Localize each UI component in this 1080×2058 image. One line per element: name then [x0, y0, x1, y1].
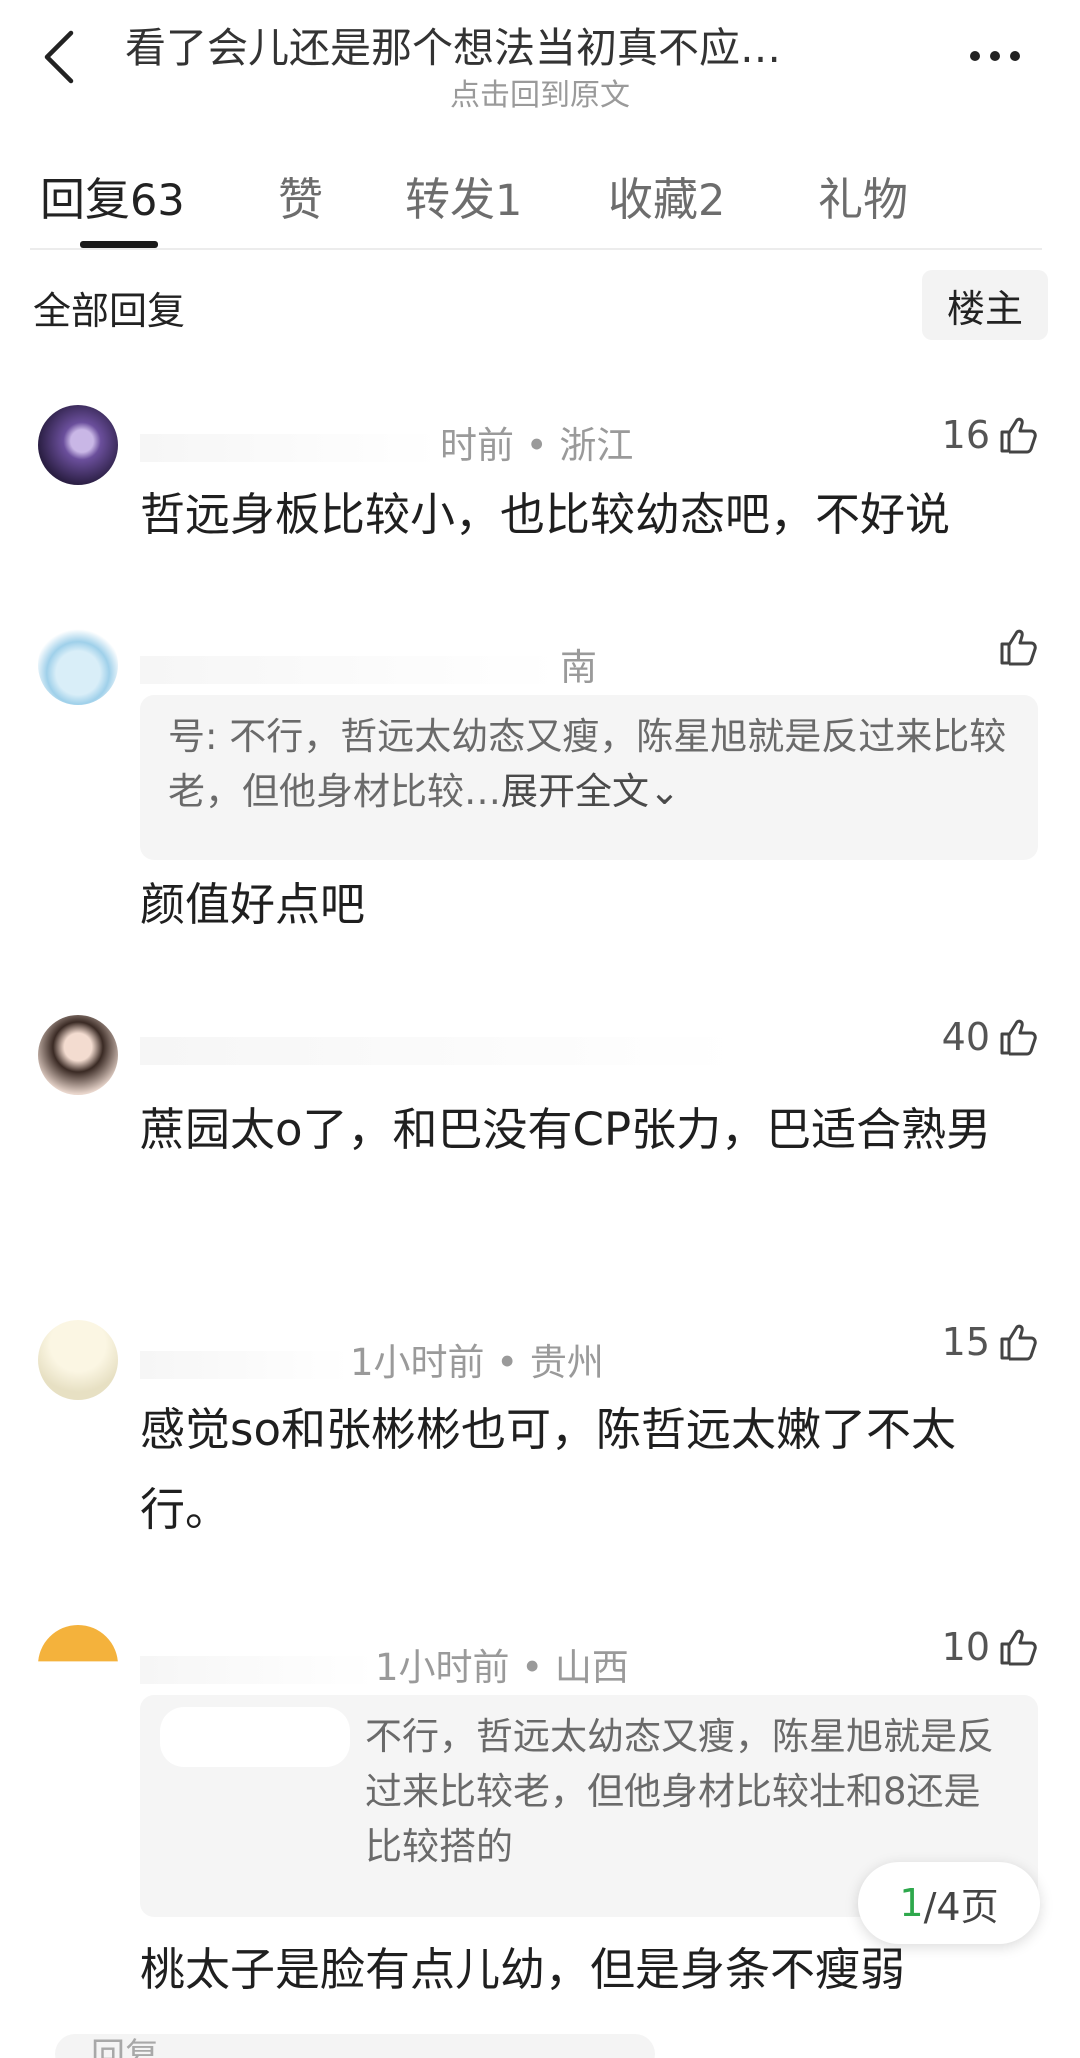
like-icon	[1000, 417, 1037, 454]
comment-meta: 时前 • 浙江	[140, 415, 633, 469]
more-icon	[970, 51, 1020, 61]
like-button[interactable]: 16	[942, 413, 1040, 457]
blurred-username	[140, 1036, 740, 1065]
current-page: 1	[899, 1881, 924, 1925]
tab-gifts[interactable]: 礼物	[818, 163, 908, 228]
comment-item: 1小时前 • 贵州 15 感觉so和张彬彬也可，陈哲远太嫩了不太行。	[0, 1320, 1080, 1570]
comment-text: 感觉so和张彬彬也可，陈哲远太嫩了不太行。	[140, 1403, 956, 1536]
like-button[interactable]	[996, 625, 1040, 669]
comment-item: 南 号: 不行，哲远太幼态又瘦，陈星旭就是反过来比较老，但他身材比较…展开全文⌄…	[0, 625, 1080, 945]
expand-full-text[interactable]: 展开全文	[501, 770, 649, 813]
like-button[interactable]: 10	[942, 1625, 1040, 1669]
reply-input[interactable]: 回复	[55, 2034, 655, 2058]
like-icon	[1000, 1324, 1037, 1361]
like-count: 15	[941, 1320, 990, 1364]
back-to-original-link[interactable]: 点击回到原文	[0, 70, 1080, 114]
filter-row: 全部回复 楼主	[0, 270, 1080, 340]
like-count: 40	[941, 1015, 990, 1059]
comment-text: 颜值好点吧	[140, 878, 366, 931]
like-button[interactable]: 40	[942, 1015, 1040, 1059]
blurred-username	[140, 1655, 375, 1684]
avatar[interactable]	[38, 625, 118, 705]
tab-likes[interactable]: 赞	[278, 163, 323, 228]
comment-item: 40 蔗园太o了，和巴没有CP张力，巴适合熟男	[0, 1015, 1080, 1275]
blurred-username	[140, 655, 560, 684]
bottom-bar: 回复	[0, 2028, 1080, 2058]
avatar[interactable]	[38, 405, 118, 485]
comment-meta: 南	[140, 637, 597, 691]
blurred-username	[140, 433, 440, 462]
total-pages: /4页	[923, 1884, 999, 1929]
post-title[interactable]: 看了会儿还是那个想法当初真不应…	[125, 14, 915, 74]
divider	[30, 248, 1042, 250]
comment-meta: 1小时前 • 山西	[140, 1637, 629, 1691]
active-tab-indicator	[80, 241, 158, 248]
tab-reposts[interactable]: 转发1	[405, 163, 522, 228]
comment-item: 1小时前 • 山西 10 不行，哲远太幼态又瘦，陈星旭就是反过来比较老，但他身材…	[0, 1625, 1080, 2025]
quoted-reply[interactable]: 号: 不行，哲远太幼态又瘦，陈星旭就是反过来比较老，但他身材比较…展开全文⌄	[140, 695, 1038, 860]
tab-favorites[interactable]: 收藏2	[608, 163, 725, 228]
comment-text: 哲远身板比较小，也比较幼态吧，不好说	[140, 488, 951, 541]
more-button[interactable]	[960, 36, 1030, 76]
tab-replies[interactable]: 回复63	[40, 163, 185, 228]
owner-only-button[interactable]: 楼主	[922, 270, 1048, 340]
page-indicator[interactable]: 1/4页	[858, 1862, 1040, 1944]
like-icon	[1000, 1019, 1037, 1056]
comment-meta	[140, 1027, 740, 1070]
blurred-username	[160, 1707, 350, 1767]
like-icon	[1000, 629, 1037, 666]
blurred-username	[140, 1350, 350, 1379]
like-count: 10	[941, 1625, 990, 1669]
top-bar: 看了会儿还是那个想法当初真不应… 点击回到原文	[0, 0, 1080, 125]
avatar[interactable]	[38, 1625, 118, 1705]
tab-bar: 回复63 赞 转发1 收藏2 礼物	[0, 155, 1080, 248]
all-replies-label[interactable]: 全部回复	[33, 280, 185, 335]
like-button[interactable]: 15	[942, 1320, 1040, 1364]
avatar[interactable]	[38, 1015, 118, 1095]
comment-text: 蔗园太o了，和巴没有CP张力，巴适合熟男	[140, 1103, 992, 1156]
avatar[interactable]	[38, 1320, 118, 1400]
like-count: 16	[941, 413, 990, 457]
like-icon	[1000, 1629, 1037, 1666]
comment-meta: 1小时前 • 贵州	[140, 1332, 604, 1386]
comment-item: 时前 • 浙江 16 哲远身板比较小，也比较幼态吧，不好说	[0, 405, 1080, 555]
